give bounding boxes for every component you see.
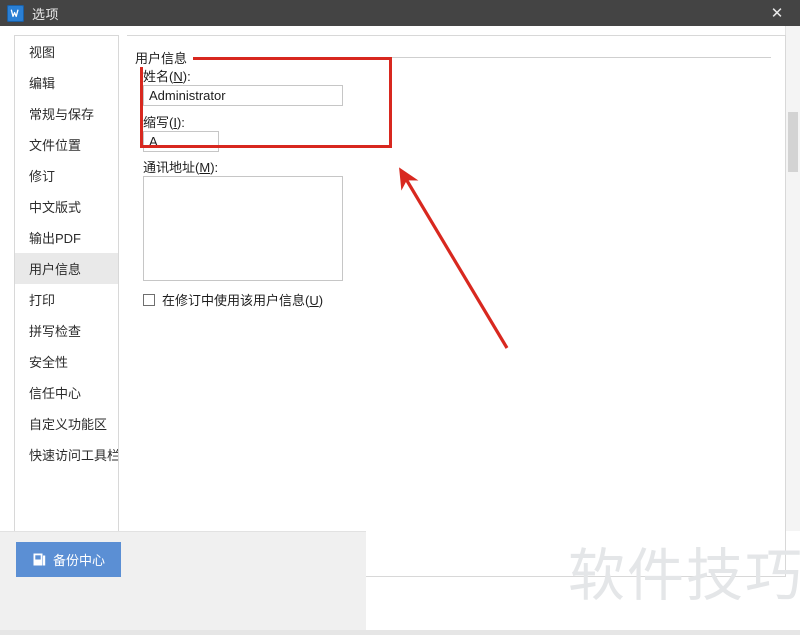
sidebar-item-view[interactable]: 视图 <box>15 36 118 67</box>
use-in-revisions-label-suffix: ) <box>318 293 324 308</box>
address-label-suffix: ): <box>210 160 219 175</box>
wps-writer-icon <box>7 4 24 22</box>
groupbox-title: 用户信息 <box>135 48 194 67</box>
watermark: 软件技巧 <box>568 544 800 608</box>
backup-center-button[interactable]: 备份中心 <box>16 542 121 577</box>
dialog-vertical-scrollbar[interactable] <box>785 26 800 531</box>
sidebar-item-label: 修订 <box>29 169 56 184</box>
sidebar-item-user-info[interactable]: 用户信息 <box>15 253 118 284</box>
name-input[interactable]: Administrator <box>143 85 343 106</box>
sidebar-item-label: 输出PDF <box>29 231 82 246</box>
address-label: 通讯地址(M): <box>143 157 218 176</box>
sidebar-item-label: 视图 <box>29 45 56 60</box>
sidebar-item-trust-center[interactable]: 信任中心 <box>15 377 118 408</box>
name-label-prefix: 姓名( <box>143 69 174 84</box>
use-in-revisions-label-key: U <box>309 293 319 308</box>
initials-label-suffix: ): <box>176 115 185 130</box>
sidebar-item-quick-access-toolbar[interactable]: 快速访问工具栏 <box>15 439 118 470</box>
close-button[interactable]: ✕ <box>754 0 800 26</box>
use-in-revisions-checkbox[interactable] <box>143 293 155 306</box>
use-in-revisions-checkbox-row[interactable]: 在修订中使用该用户信息(U) <box>143 290 323 309</box>
sidebar-item-revisions[interactable]: 修订 <box>15 160 118 191</box>
sidebar-item-label: 用户信息 <box>29 262 82 277</box>
dialog-footer: 备份中心 <box>0 531 366 631</box>
initials-label-prefix: 缩写( <box>143 115 174 130</box>
sidebar-item-label: 拼写检查 <box>29 324 82 339</box>
use-in-revisions-label: 在修订中使用该用户信息(U) <box>162 290 323 309</box>
sidebar-item-chinese-layout[interactable]: 中文版式 <box>15 191 118 222</box>
address-label-key: M <box>199 160 211 175</box>
address-label-prefix: 通讯地址( <box>143 160 200 175</box>
sidebar-item-customize-ribbon[interactable]: 自定义功能区 <box>15 408 118 439</box>
sidebar-item-export-pdf[interactable]: 输出PDF <box>15 222 118 253</box>
sidebar-item-security[interactable]: 安全性 <box>15 346 118 377</box>
name-label-suffix: ): <box>182 69 191 84</box>
sidebar-item-label: 文件位置 <box>29 138 82 153</box>
sidebar-item-label: 编辑 <box>29 76 56 91</box>
user-info-panel: 用户信息 姓名(N): Administrator 缩写(I): A 通讯地址(… <box>127 35 786 577</box>
sidebar-item-general-and-save[interactable]: 常规与保存 <box>15 98 118 129</box>
initials-label: 缩写(I): <box>143 112 185 131</box>
backup-center-icon <box>33 553 46 566</box>
sidebar-item-file-locations[interactable]: 文件位置 <box>15 129 118 160</box>
scrollbar-thumb[interactable] <box>788 112 798 172</box>
backup-center-button-label: 备份中心 <box>52 553 105 568</box>
sidebar-item-label: 打印 <box>29 293 56 308</box>
sidebar-item-edit[interactable]: 编辑 <box>15 67 118 98</box>
sidebar-item-label: 安全性 <box>29 355 69 370</box>
dialog-title-bar: 选项 ✕ <box>0 0 800 26</box>
dialog-title: 选项 <box>32 6 60 22</box>
name-label: 姓名(N): <box>143 66 191 85</box>
sidebar-item-label: 信任中心 <box>29 386 82 401</box>
address-input[interactable] <box>143 176 343 281</box>
sidebar-item-print[interactable]: 打印 <box>15 284 118 315</box>
category-sidebar: 视图 编辑 常规与保存 文件位置 修订 中文版式 输出PDF 用户信息 打印 拼… <box>14 35 119 577</box>
sidebar-item-label: 中文版式 <box>29 200 82 215</box>
name-label-key: N <box>173 69 183 84</box>
window-bottom-edge <box>0 630 800 635</box>
use-in-revisions-label-prefix: 在修订中使用该用户信息( <box>162 293 310 308</box>
sidebar-item-label: 快速访问工具栏 <box>29 448 119 463</box>
groupbox-rule <box>135 57 771 58</box>
initials-input[interactable]: A <box>143 131 219 152</box>
sidebar-item-label: 常规与保存 <box>29 107 95 122</box>
screenshot-root: 选项 ✕ 视图 编辑 常规与保存 文件位置 修订 中文版式 输出PDF 用户信息… <box>0 0 800 635</box>
sidebar-item-spell-check[interactable]: 拼写检查 <box>15 315 118 346</box>
sidebar-item-label: 自定义功能区 <box>29 417 108 432</box>
